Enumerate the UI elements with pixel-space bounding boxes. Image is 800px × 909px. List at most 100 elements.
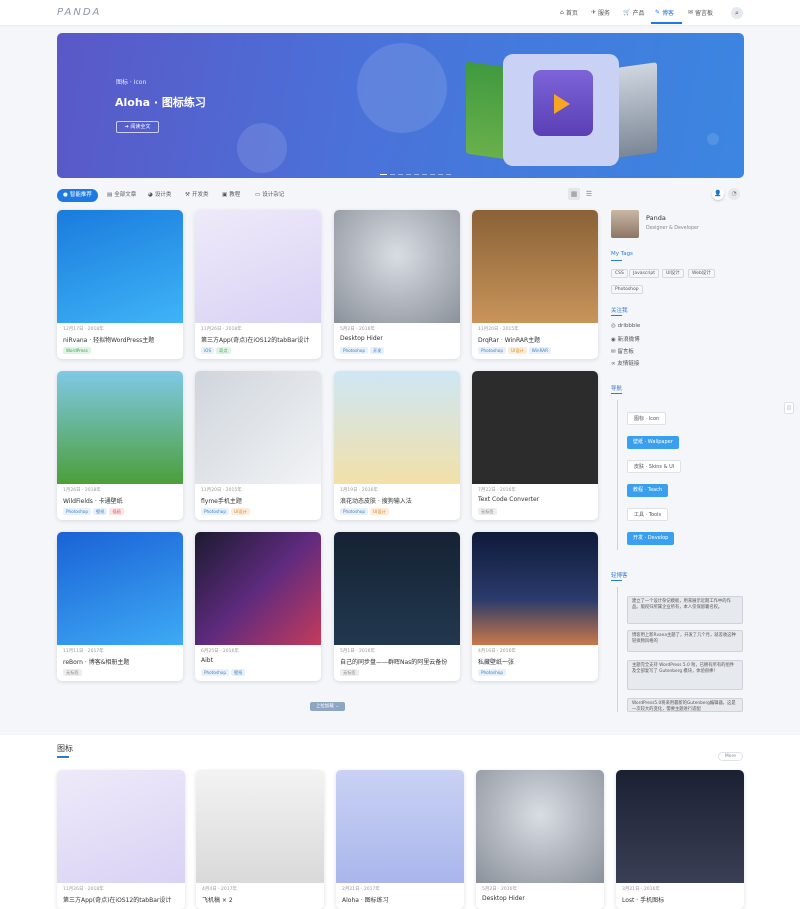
tab-design[interactable]: ◕ 设计类 [142, 189, 177, 202]
nav-products[interactable]: 🛒 产品 [623, 8, 645, 17]
post-thumbnail[interactable] [57, 770, 185, 883]
post-card[interactable]: 4月16日 · 2016年 私藏壁纸一张 Photoshop [472, 532, 598, 681]
nav-icon-category[interactable]: 图标 · Icon [627, 412, 667, 425]
post-title[interactable]: 飞机稿 × 2 [202, 895, 320, 904]
post-card[interactable]: 11月26日 · 2018年 第三方App(奇点)在iOS12的tabBar设计… [195, 210, 321, 359]
post-tag[interactable]: Photoshop [478, 347, 507, 354]
follow-weibo[interactable]: ◉ 新浪微博 [611, 335, 640, 343]
post-title[interactable]: niRvana · 轻拟物WordPress主题 [63, 335, 179, 344]
tab-notes[interactable]: ▭ 设计杂记 [249, 189, 290, 202]
nav-skins-category[interactable]: 皮肤 · Skins & UI [627, 460, 682, 473]
more-button[interactable]: More [718, 752, 743, 761]
post-thumbnail[interactable] [472, 532, 598, 645]
hero-banner[interactable]: 图标 · Icon Aloha · 图标练习 ➔ 阅读全文 [57, 33, 744, 178]
nav-wallpaper-category[interactable]: 壁纸 · Wallpaper [627, 436, 679, 449]
nav-home[interactable]: ⌂ 首页 [560, 8, 578, 17]
post-thumbnail[interactable] [476, 770, 604, 883]
nav-service[interactable]: ✈ 服务 [591, 8, 610, 17]
post-card[interactable]: 1月26日 · 2018年 WildFields · 卡通壁纸 Photosho… [57, 371, 183, 520]
post-title[interactable]: 私藏壁纸一张 [478, 657, 594, 666]
post-title[interactable]: 第三方App(奇点)在iOS12的tabBar设计 [201, 335, 317, 344]
tag-chip[interactable]: Javascript [629, 269, 660, 278]
load-more-button[interactable]: 上拉加载 ⌄ [310, 702, 345, 711]
related-card[interactable]: 4月4日 · 2017年 飞机稿 × 2 [196, 770, 324, 909]
post-thumbnail[interactable] [57, 210, 183, 323]
nav-tools-category[interactable]: 工具 · Tools [627, 508, 669, 521]
post-thumbnail[interactable] [195, 371, 321, 484]
logo[interactable]: PANDA [57, 7, 101, 18]
post-title[interactable]: 第三方App(奇点)在iOS12的tabBar设计 [63, 895, 181, 904]
list-view-icon[interactable]: ☰ [583, 188, 595, 200]
post-thumbnail[interactable] [616, 770, 744, 883]
tab-dev[interactable]: ⚒ 开发类 [179, 189, 214, 202]
post-thumbnail[interactable] [472, 371, 598, 484]
post-thumbnail[interactable] [334, 210, 460, 323]
nav-blog[interactable]: ✎ 博客 [655, 8, 674, 17]
tag-chip[interactable]: Web设计 [688, 269, 715, 278]
hero-title[interactable]: Aloha · 图标练习 [115, 94, 206, 110]
post-title[interactable]: Aibt [201, 657, 317, 664]
grid-view-icon[interactable]: ▦ [568, 188, 580, 200]
post-tag[interactable]: WinRAR [528, 347, 552, 354]
avatar[interactable] [611, 210, 639, 238]
post-card[interactable]: 12月17日 · 2018年 niRvana · 轻拟物WordPress主题 … [57, 210, 183, 359]
user-icon[interactable]: 👤 [712, 188, 724, 200]
post-thumbnail[interactable] [334, 371, 460, 484]
post-card[interactable]: 5月2日 · 2016年 Desktop Hider Photoshop 开发 [334, 210, 460, 359]
nav-teach-category[interactable]: 教程 · Teach [627, 484, 669, 497]
tag-chip[interactable]: Photoshop [611, 285, 643, 294]
blog-note[interactable]: 主题完全支持 WordPress 5.0 啦，已拥有所有的组件及全部复写了 Gu… [627, 660, 743, 690]
post-tag[interactable]: 无标签 [63, 669, 82, 676]
post-tag[interactable]: UI设计 [231, 508, 250, 515]
post-tag[interactable]: Photoshop [340, 347, 369, 354]
read-more-button[interactable]: ➔ 阅读全文 [116, 121, 159, 133]
related-card[interactable]: 5月2日 · 2016年 Desktop Hider [476, 770, 604, 909]
floating-tool-icon[interactable]: ◫ [784, 402, 794, 414]
tab-tutorial[interactable]: ▣ 教程 [216, 189, 246, 202]
post-title[interactable]: flyme手机主题 [201, 496, 317, 505]
post-title[interactable]: 自己的同步盘——群晖Nas的阿里云备份 [340, 657, 456, 666]
post-tag[interactable]: Photoshop [340, 508, 369, 515]
post-title[interactable]: reBorn · 博客&相册主题 [63, 657, 179, 666]
post-thumbnail[interactable] [334, 532, 460, 645]
post-thumbnail[interactable] [57, 371, 183, 484]
post-title[interactable]: WildFields · 卡通壁纸 [63, 496, 179, 505]
post-card[interactable]: 5月1日 · 2016年 自己的同步盘——群晖Nas的阿里云备份 无标签 [334, 532, 460, 681]
post-title[interactable]: Aloha · 图标练习 [342, 895, 460, 904]
post-card[interactable]: 11月11日 · 2017年 reBorn · 博客&相册主题 无标签 [57, 532, 183, 681]
post-thumbnail[interactable] [57, 532, 183, 645]
post-tag[interactable]: 插画 [109, 508, 124, 515]
post-title[interactable]: Text Code Converter [478, 496, 594, 503]
post-tag[interactable]: 开发 [370, 347, 385, 354]
post-title[interactable]: Desktop Hider [340, 335, 456, 342]
post-thumbnail[interactable] [195, 532, 321, 645]
follow-guestbook[interactable]: ✉ 留言板 [611, 347, 634, 355]
post-tag[interactable]: 壁纸 [231, 669, 246, 676]
post-tag[interactable]: iOS [201, 347, 215, 354]
follow-dribbble[interactable]: ◎ dribbble [611, 323, 640, 329]
post-tag[interactable]: Photoshop [63, 508, 92, 515]
blog-note[interactable]: 建立了一个设计杂记模板，用来展示近期工作中的作品。版权归所属企业所有，本人仅保留… [627, 596, 743, 624]
post-card[interactable]: 11月20日 · 2015年 DrqRar · WinRAR主题 Photosh… [472, 210, 598, 359]
post-tag[interactable]: 无标签 [478, 508, 497, 515]
nav-develop-category[interactable]: 开发 · Develop [627, 532, 675, 545]
tag-chip[interactable]: CSS [611, 269, 628, 278]
blog-note[interactable]: WordPress5.0将采用最新的Gutenberg编辑器，这是一次较大的变化… [627, 698, 743, 712]
settings-icon[interactable]: ◔ [728, 188, 740, 200]
related-card[interactable]: 2月21日 · 2017年 Aloha · 图标练习 [336, 770, 464, 909]
hero-category[interactable]: 图标 · Icon [116, 77, 146, 86]
post-card[interactable]: 1月19日 · 2016年 浪花动态皮肤 · 搜狗输入法 Photoshop UI… [334, 371, 460, 520]
nav-guestbook[interactable]: ✉ 留言板 [688, 8, 713, 17]
post-card[interactable]: 6月25日 · 2016年 Aibt Photoshop 壁纸 [195, 532, 321, 681]
post-card[interactable]: 11月20日 · 2015年 flyme手机主题 Photoshop UI设计 [195, 371, 321, 520]
post-tag[interactable]: Photoshop [201, 669, 230, 676]
post-thumbnail[interactable] [336, 770, 464, 883]
post-tag[interactable]: Photoshop [478, 669, 507, 676]
follow-links[interactable]: ∞ 友情链接 [611, 359, 639, 367]
post-card[interactable]: 7月22日 · 2016年 Text Code Converter 无标签 [472, 371, 598, 520]
post-title[interactable]: Lost · 手机图标 [622, 895, 740, 904]
blog-note[interactable]: 博客用上新Rvana主题了，开发了几个月，就差收这种轻拟物风格的 [627, 630, 743, 652]
carousel-dots[interactable] [380, 174, 451, 175]
post-title[interactable]: Desktop Hider [482, 895, 600, 902]
post-tag[interactable]: 壁纸 [93, 508, 108, 515]
